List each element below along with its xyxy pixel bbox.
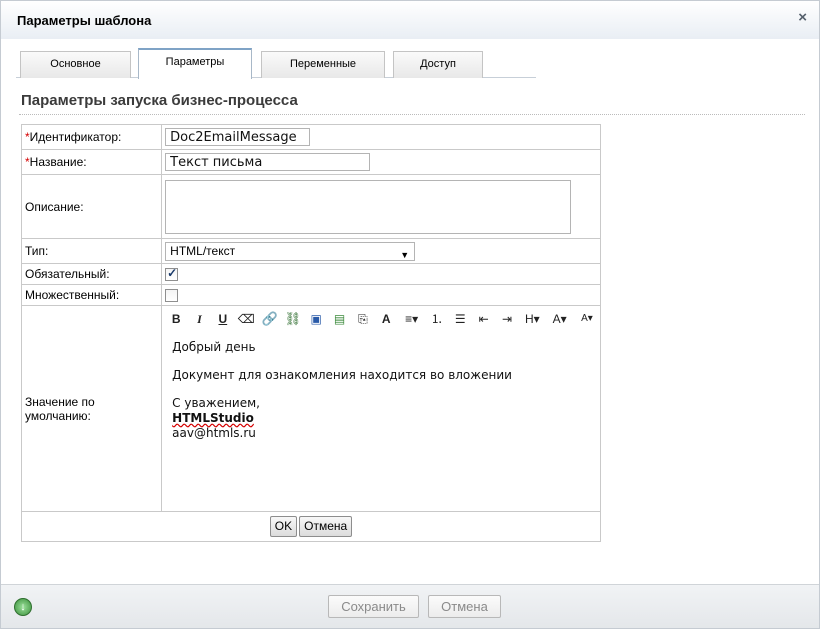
type-select-value: HTML/текст [170, 243, 236, 258]
editor-body-text: Документ для ознакомления находится во в… [172, 368, 512, 382]
editor-content-area[interactable]: Добрый день Документ для ознакомления на… [162, 334, 600, 504]
editor-regards: С уважением, [172, 396, 260, 410]
save-button[interactable]: Сохранить [328, 595, 419, 618]
editor-toolbar: B I U ⌫ 🔗 ⛓ ▣ ▤ ⎘ A ≡▾ ⒈ ☰ ⇤ ⇥ H▾ A▾ A▾ [162, 306, 600, 334]
unordered-list-icon[interactable]: ☰ [451, 310, 469, 328]
font-size-icon[interactable]: A▾ [549, 310, 571, 328]
cancel-button[interactable]: Отмена [428, 595, 501, 618]
heading-icon[interactable]: H▾ [521, 310, 543, 328]
indent-icon[interactable]: ⇥ [498, 310, 516, 328]
editor-greeting: Добрый день [172, 340, 256, 354]
multiple-label: Множественный: [20, 284, 163, 306]
parameters-form: *Идентификатор: Doc2EmailMessage *Назван… [20, 124, 601, 542]
chevron-down-icon: ▼ [400, 249, 410, 260]
tab-access[interactable]: Доступ [393, 51, 483, 78]
dialog-footer: ↓ Сохранить Отмена [1, 584, 819, 628]
cancel-inner-button[interactable]: Отмена [299, 516, 353, 537]
video-icon[interactable]: ▤ [331, 310, 349, 328]
editor-email: aav@htmls.ru [172, 426, 256, 440]
link-icon[interactable]: 🔗 [261, 310, 279, 328]
tab-bar: Основное Параметры Переменные Доступ [16, 48, 536, 79]
type-label: Тип: [20, 238, 163, 264]
paste-icon[interactable]: ⎘ [354, 310, 372, 328]
image-icon[interactable]: ▣ [307, 310, 325, 328]
align-icon[interactable]: ≡▾ [401, 310, 423, 328]
font-icon[interactable]: A [377, 310, 395, 328]
type-select[interactable]: HTML/текст ▼ [165, 241, 416, 261]
template-parameters-dialog: Параметры шаблона × Основное Параметры П… [0, 0, 820, 629]
multiple-checkbox[interactable] [165, 289, 179, 303]
tab-main[interactable]: Основное [20, 51, 131, 78]
eraser-icon[interactable]: ⌫ [237, 310, 255, 328]
close-icon[interactable]: × [798, 9, 807, 26]
outdent-icon[interactable]: ⇤ [475, 310, 493, 328]
tab-variables[interactable]: Переменные [261, 51, 385, 78]
tab-parameters[interactable]: Параметры [138, 48, 252, 79]
default-value-label: Значение по умолчанию: [20, 305, 163, 512]
identifier-label: *Идентификатор: [20, 124, 163, 150]
dialog-title: Параметры шаблона [17, 13, 152, 28]
italic-icon[interactable]: I [191, 310, 209, 328]
ordered-list-icon[interactable]: ⒈ [428, 310, 446, 328]
section-title: Параметры запуска бизнес-процесса [21, 92, 298, 109]
required-checkbox[interactable] [165, 266, 179, 282]
unlink-icon[interactable]: ⛓ [284, 310, 302, 328]
required-label: Обязательный: [20, 263, 163, 285]
ok-button[interactable]: OK [269, 516, 298, 537]
section-divider [19, 114, 805, 115]
dialog-titlebar[interactable]: Параметры шаблона × [1, 1, 819, 39]
editor-company: HTMLStudio [172, 411, 254, 425]
name-label: *Название: [20, 149, 163, 175]
identifier-input[interactable]: Doc2EmailMessage [165, 128, 311, 146]
bold-icon[interactable]: B [167, 310, 185, 328]
underline-icon[interactable]: U [214, 310, 232, 328]
font-color-icon[interactable]: A▾ [576, 310, 598, 328]
description-label: Описание: [20, 174, 163, 239]
download-icon[interactable]: ↓ [14, 598, 32, 616]
description-textarea[interactable] [165, 179, 572, 234]
name-input[interactable]: Текст письма [165, 153, 371, 171]
